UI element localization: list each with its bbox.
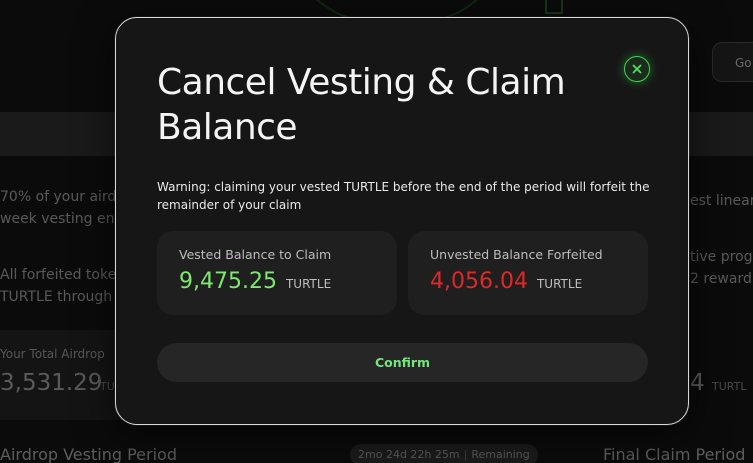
background-vesting-timer: 2mo 24d 22h 25m | Remaining (350, 444, 538, 463)
cancel-vesting-modal: Cancel Vesting & Claim Balance Warning: … (115, 17, 689, 425)
background-final-claim-title: Final Claim Period (603, 445, 746, 463)
warning-text: Warning: claiming your vested TURTLE bef… (157, 180, 650, 212)
unvested-balance-card: Unvested Balance Forfeited 4,056.04 TURT… (408, 231, 648, 315)
background-top-right-button[interactable]: Go (712, 42, 753, 82)
close-button[interactable] (624, 56, 650, 82)
unvested-balance-unit: TURTLE (536, 277, 583, 291)
vesting-timer-value: 2mo 24d 22h 25m (358, 448, 460, 461)
confirm-button[interactable]: Confirm (157, 343, 648, 382)
background-right-text: est linear (690, 193, 753, 209)
background-airdrop-label: Your Total Airdrop (0, 347, 105, 361)
close-icon (632, 64, 642, 74)
background-right-text: 2 reward (690, 271, 752, 287)
vested-balance-unit: TURTLE (285, 277, 332, 291)
background-right-description: est linear tive prog 2 reward (690, 190, 753, 290)
vested-balance-amount: 9,475.25 (179, 269, 277, 294)
vesting-timer-status: Remaining (471, 448, 530, 461)
background-vesting-title: Airdrop Vesting Period (0, 445, 177, 463)
background-right-text: tive prog (690, 249, 753, 265)
background-airdrop-value: 3,531.29 (0, 370, 103, 396)
modal-title: Cancel Vesting & Claim Balance (157, 62, 566, 148)
vested-balance-card: Vested Balance to Claim 9,475.25 TURTLE (157, 231, 397, 315)
page: Go 70% of your aird week vesting end All… (0, 0, 753, 463)
unvested-balance-amount: 4,056.04 (430, 269, 528, 294)
background-right-value: 4 (690, 370, 705, 396)
unvested-balance-label: Unvested Balance Forfeited (430, 247, 603, 262)
hero-graphic-square (545, 0, 563, 14)
vested-balance-label: Vested Balance to Claim (179, 247, 332, 262)
background-right-unit: TURTL (712, 380, 747, 393)
